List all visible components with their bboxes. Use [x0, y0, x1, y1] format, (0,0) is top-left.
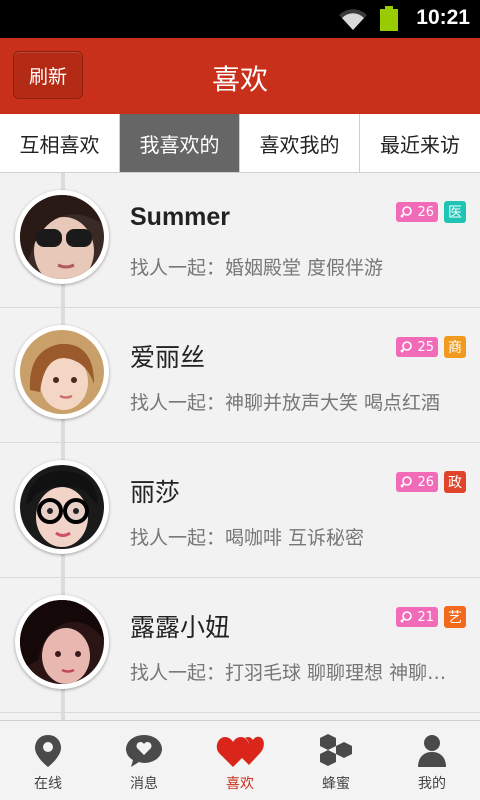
female-icon [400, 476, 412, 488]
female-icon [400, 611, 412, 623]
nav-honey[interactable]: 蜂蜜 [288, 721, 384, 800]
wifi-icon [339, 9, 367, 31]
tab-likes-me[interactable]: 喜欢我的 [240, 114, 360, 172]
honeycomb-icon [320, 734, 352, 766]
tab-recent-visitors[interactable]: 最近来访 [360, 114, 480, 172]
avatar[interactable] [15, 595, 109, 689]
age-badge: 26 [396, 202, 438, 222]
chat-bubble-heart-icon [126, 735, 162, 767]
avatar[interactable] [15, 460, 109, 554]
hearts-icon [216, 736, 264, 767]
user-name: Summer [130, 203, 231, 231]
profession-tag: 艺 [444, 606, 466, 628]
page-title: 喜欢 [211, 63, 268, 96]
age-badge: 21 [396, 607, 438, 627]
nav-label: 消息 [130, 776, 158, 792]
list-item[interactable]: 露露小妞 21 艺 找人一起：打羽毛球 聊聊理想 神聊并放声大笑 [0, 578, 480, 713]
nav-likes[interactable]: 喜欢 [192, 721, 288, 800]
avatar-image [20, 465, 104, 549]
nav-label: 我的 [418, 776, 446, 792]
user-description: 找人一起：婚姻殿堂 度假伴游 [130, 257, 384, 279]
nav-label: 在线 [34, 776, 62, 792]
title-bar: 刷新 喜欢 [0, 38, 480, 114]
list-item[interactable]: 丽莎 26 政 找人一起：喝咖啡 互诉秘密 [0, 443, 480, 578]
tab-bar: 互相喜欢 我喜欢的 喜欢我的 最近来访 [0, 114, 480, 173]
profession-tag: 政 [444, 471, 466, 493]
age-value: 25 [417, 339, 434, 355]
age-badge: 26 [396, 472, 438, 492]
nav-online[interactable]: 在线 [0, 721, 96, 800]
nav-me[interactable]: 我的 [384, 721, 480, 800]
avatar[interactable] [15, 190, 109, 284]
age-badge: 25 [396, 337, 438, 357]
avatar[interactable] [15, 325, 109, 419]
age-value: 26 [417, 474, 434, 490]
age-value: 26 [417, 204, 434, 220]
avatar-image [20, 600, 104, 684]
female-icon [400, 341, 412, 353]
profession-tag: 医 [444, 201, 466, 223]
user-name: 丽莎 [130, 478, 181, 507]
user-description: 找人一起：喝咖啡 互诉秘密 [130, 527, 365, 549]
user-description: 找人一起：打羽毛球 聊聊理想 神聊并放声大笑 [130, 662, 460, 684]
nav-label: 蜂蜜 [322, 776, 350, 792]
avatar-image [20, 195, 104, 279]
user-name: 露露小妞 [130, 613, 231, 642]
location-pin-icon [35, 735, 61, 767]
battery-icon [380, 6, 398, 31]
avatar-image [20, 330, 104, 414]
bottom-nav: 在线 消息 喜欢 蜂蜜 我的 [0, 720, 480, 800]
status-time: 10:21 [416, 6, 470, 29]
person-icon [418, 735, 446, 767]
list-item[interactable]: Summer 26 医 找人一起：婚姻殿堂 度假伴游 [0, 173, 480, 308]
female-icon [400, 206, 412, 218]
status-bar: 10:21 [0, 0, 480, 38]
list-item[interactable]: 爱丽丝 25 商 找人一起：神聊并放声大笑 喝点红酒 [0, 308, 480, 443]
age-value: 21 [417, 609, 434, 625]
nav-label: 喜欢 [226, 776, 254, 792]
profession-tag: 商 [444, 336, 466, 358]
nav-messages[interactable]: 消息 [96, 721, 192, 800]
tab-i-like[interactable]: 我喜欢的 [120, 114, 240, 172]
user-description: 找人一起：神聊并放声大笑 喝点红酒 [130, 392, 441, 414]
user-list: Summer 26 医 找人一起：婚姻殿堂 度假伴游 爱丽丝 25 商 找人一起… [0, 173, 480, 720]
user-name: 爱丽丝 [130, 343, 206, 372]
tab-mutual-likes[interactable]: 互相喜欢 [0, 114, 120, 172]
